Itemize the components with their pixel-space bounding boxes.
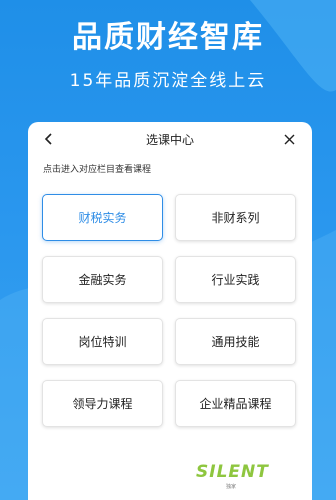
instruction-text: 点击进入对应栏目查看课程 [43,165,152,175]
category-button-leadership[interactable]: 领导力课程 [42,380,163,427]
category-button-general-skills[interactable]: 通用技能 [175,318,296,365]
hero-subtitle: 15年品质沉淀全线上云 [69,71,267,91]
category-button-finance-practice[interactable]: 金融实务 [42,256,163,303]
panel-header: 选课中心 [28,122,312,156]
watermark-subtext: 独家 [226,484,237,490]
panel-title: 选课中心 [145,133,194,147]
category-button-non-finance[interactable]: 非财系列 [175,194,296,241]
category-button-tax-practice[interactable]: 财税实务 [42,194,163,241]
category-button-position-training[interactable]: 岗位特训 [42,318,163,365]
course-selection-panel: 选课中心 点击进入对应栏目查看课程 财税实务 非财系列 金融实务 行业实践 岗位… [28,122,312,500]
watermark-brand: SILENT [196,462,269,482]
category-button-enterprise-courses[interactable]: 企业精品课程 [175,380,296,427]
watermark-logo: SILENT 独家 [196,462,280,496]
category-button-industry-practice[interactable]: 行业实践 [175,256,296,303]
close-button[interactable] [278,128,300,150]
close-icon [284,134,294,144]
hero-title: 品质财经智库 [72,20,264,55]
category-grid: 财税实务 非财系列 金融实务 行业实践 岗位特训 通用技能 领导力课程 企业精品… [42,194,296,427]
